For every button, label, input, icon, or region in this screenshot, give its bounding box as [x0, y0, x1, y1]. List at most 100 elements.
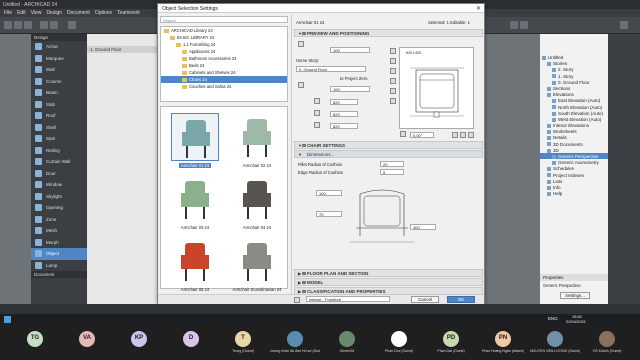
elevation-field[interactable]: 100 [330, 47, 370, 53]
participant-tile[interactable]: PN Phan Hoàng Ngân (Attach) [478, 325, 528, 360]
tool-wall[interactable]: Wall [31, 64, 87, 76]
tool-roof[interactable]: Roof [31, 110, 87, 122]
section-preview[interactable]: ▼ PREVIEW AND POSITIONING [294, 29, 483, 37]
start-icon[interactable] [4, 316, 11, 323]
tree-item[interactable]: Beds 24 [161, 62, 287, 69]
object-thumbnail[interactable]: Armchair Scandinavian 24 [231, 237, 283, 297]
library-search-input[interactable]: Search [160, 16, 288, 23]
menu-document[interactable]: Document [67, 10, 90, 16]
menu-edit[interactable]: Edit [17, 10, 26, 16]
participant-tile[interactable]: TG [10, 325, 60, 360]
object-thumbnail[interactable]: Armchair 03 24 [169, 175, 221, 235]
fillet-radius-field[interactable]: 20 [380, 161, 404, 167]
participant-tile[interactable]: PD Phan Dat (Guest) [426, 325, 476, 360]
ok-button[interactable]: OK [447, 296, 475, 303]
dimension-b-field[interactable]: 70 [316, 211, 342, 217]
tree-item[interactable]: BASIC LIBRARY 24 [161, 34, 287, 41]
object-thumbnail[interactable]: Armchair 01 24 [169, 113, 221, 173]
participant-tile[interactable]: D [166, 325, 216, 360]
menu-file[interactable]: File [4, 10, 12, 16]
redo-icon[interactable] [50, 21, 58, 29]
view-front-icon[interactable] [390, 58, 396, 64]
home-story-select[interactable]: 0. Ground Floor [296, 66, 366, 72]
settings-button[interactable]: Settings... [560, 292, 590, 299]
arrow-tool-icon[interactable] [68, 21, 76, 29]
tree-item[interactable]: ARCHICAD Library 24 [161, 27, 287, 34]
settings-icon[interactable] [620, 21, 628, 29]
tool-arrow[interactable]: Arrow [31, 41, 87, 53]
tree-item[interactable]: Bathroom Accessories 24 [161, 55, 287, 62]
splitter[interactable] [291, 14, 292, 294]
participant-tile[interactable]: T Trung (Guest) [218, 325, 268, 360]
participant-tile[interactable]: KP [114, 325, 164, 360]
tool-lamp[interactable]: Lamp [31, 260, 87, 272]
view-persp-icon[interactable] [390, 98, 396, 104]
floor-plan-icon[interactable] [510, 21, 518, 29]
layer-select[interactable]: Interior - Furniture [306, 296, 390, 302]
menu-design[interactable]: Design [46, 10, 62, 16]
view-side-icon[interactable] [390, 68, 396, 74]
tool-zone[interactable]: Zone [31, 214, 87, 226]
object-thumbnail[interactable]: Armchair 05 24 [169, 237, 221, 297]
view-tab[interactable]: 1. Ground Floor [87, 46, 157, 53]
participant-tile[interactable]: iGreen26 [322, 325, 372, 360]
depth-field[interactable]: 820 [330, 111, 358, 117]
participant-tile[interactable]: VA [62, 325, 112, 360]
tool-opening[interactable]: Opening [31, 202, 87, 214]
section-floor-plan[interactable]: ▶ FLOOR PLAN AND SECTION [294, 269, 483, 277]
new-icon[interactable] [4, 21, 12, 29]
tree-item[interactable]: 1.1 Furnishing 24 [161, 41, 287, 48]
view-plan-icon[interactable] [390, 48, 396, 54]
tool-morph[interactable]: Morph [31, 237, 87, 249]
angle-field[interactable]: 0,00° [410, 132, 434, 138]
tool-column[interactable]: Column [31, 76, 87, 88]
menu-teamwork[interactable]: Teamwork [117, 10, 140, 16]
dimension-a-field[interactable]: 100 [316, 190, 342, 196]
tool-railing[interactable]: Railing [31, 145, 87, 157]
undo-icon[interactable] [40, 21, 48, 29]
open-icon[interactable] [14, 21, 22, 29]
section-chair-settings[interactable]: ▼ CHAIR SETTINGS [294, 141, 483, 149]
tool-mesh[interactable]: Mesh [31, 225, 87, 237]
tool-skylight[interactable]: Skylight [31, 191, 87, 203]
height-field[interactable]: 820 [330, 123, 358, 129]
tree-item[interactable]: Cabinets and Shelves 24 [161, 69, 287, 76]
project-zero-field[interactable]: 100 [330, 86, 370, 92]
dimensions-subsection[interactable]: ▼ Dimensions... [294, 150, 483, 158]
close-icon[interactable]: ✕ [476, 5, 481, 12]
tool-curtain-wall[interactable]: Curtain Wall [31, 156, 87, 168]
participant-tile[interactable]: Phan Doc (Guest) [374, 325, 424, 360]
gravity-icon[interactable] [468, 132, 474, 138]
toolbox-footer[interactable]: Document [31, 271, 87, 278]
tool-object[interactable]: Object [31, 248, 87, 260]
3d-view-icon[interactable] [520, 21, 528, 29]
language-indicator[interactable]: ENG [548, 316, 558, 321]
tree-item[interactable]: Couches and Sofas 24 [161, 83, 287, 90]
tool-beam[interactable]: Beam [31, 87, 87, 99]
tool-slab[interactable]: Slab [31, 99, 87, 111]
cancel-button[interactable]: Cancel [411, 296, 439, 303]
tool-stair[interactable]: Stair [31, 133, 87, 145]
width-field[interactable]: 820 [330, 99, 358, 105]
tool-shell[interactable]: Shell [31, 122, 87, 134]
section-model[interactable]: ▶ MODEL [294, 278, 483, 286]
object-thumbnail[interactable]: Armchair 02 24 [231, 113, 283, 173]
mirror-icon[interactable] [452, 132, 458, 138]
view-3d-icon[interactable] [390, 78, 396, 84]
tool-door[interactable]: Door [31, 168, 87, 180]
participant-tile[interactable]: vương nhân đa đơn Hồ sơ (Guest) [270, 325, 320, 360]
tree-item[interactable]: Appliances 24 [161, 48, 287, 55]
view-axo-icon[interactable] [390, 88, 396, 94]
tool-window[interactable]: Window [31, 179, 87, 191]
tool-marquee[interactable]: Marquee [31, 53, 87, 65]
anchor-icon[interactable] [460, 132, 466, 138]
navigator-item[interactable]: Help [540, 190, 608, 196]
edge-radius-field[interactable]: 5 [380, 169, 404, 175]
participant-tile[interactable]: NGUYỄN VĂN LƯƠNG (Guest) [530, 325, 580, 360]
participant-tile[interactable]: VÕ Khánh (Guest) [582, 325, 632, 360]
save-icon[interactable] [24, 21, 32, 29]
menu-options[interactable]: Options [95, 10, 112, 16]
menu-view[interactable]: View [31, 10, 42, 16]
floor-plan-canvas[interactable] [87, 34, 157, 304]
tree-item[interactable]: Chairs 24 [161, 76, 287, 83]
